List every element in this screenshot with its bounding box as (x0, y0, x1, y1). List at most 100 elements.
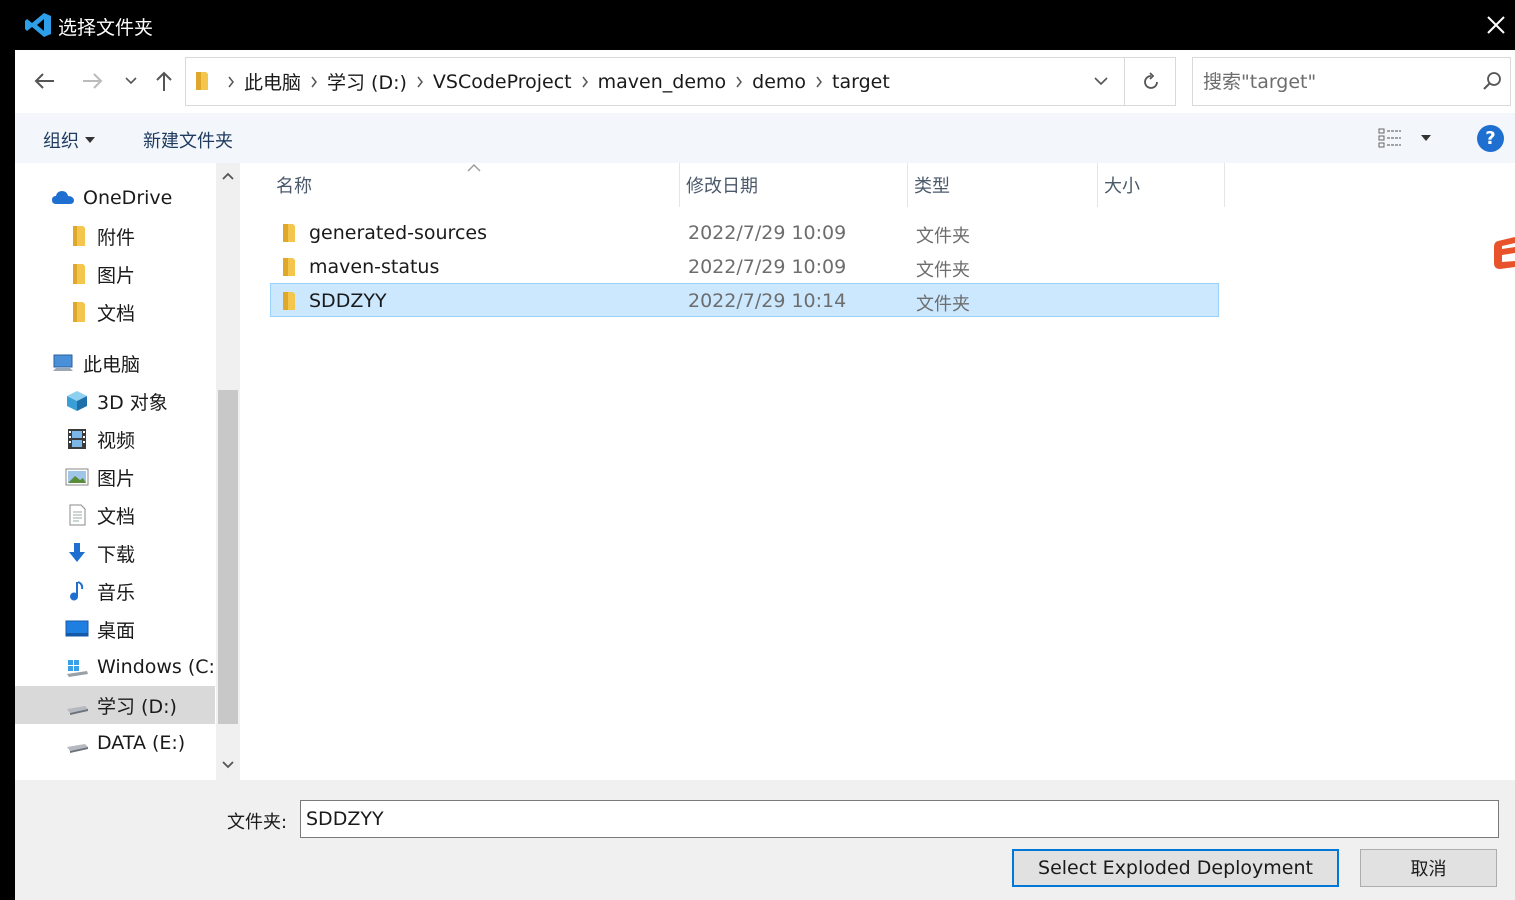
cloud-icon (51, 187, 75, 209)
arrow-left-icon (34, 73, 54, 89)
nav-item[interactable]: OneDrive (15, 179, 215, 217)
nav-item[interactable]: 3D 对象 (15, 382, 215, 420)
folder-icon (65, 225, 89, 247)
nav-item[interactable]: Windows (C:) (15, 648, 222, 686)
nav-item[interactable]: 附件 (15, 217, 215, 255)
window-title: 选择文件夹 (58, 17, 154, 39)
caret-down-icon (85, 137, 95, 143)
breadcrumb-item[interactable]: 此电脑 (244, 68, 301, 95)
breadcrumb-item[interactable]: target (832, 71, 890, 93)
file-name: generated-sources (309, 222, 487, 244)
nav-item-label: DATA (E:) (97, 732, 186, 754)
nav-item[interactable]: 文档 (15, 293, 215, 331)
nav-scrollbar[interactable] (216, 163, 240, 780)
column-header-type[interactable]: 类型 (908, 163, 1098, 207)
nav-item[interactable]: 桌面 (15, 610, 215, 648)
nav-item-label: 视频 (97, 429, 136, 452)
nav-item[interactable]: 图片 (15, 255, 215, 293)
download-icon (65, 542, 89, 564)
column-header-size[interactable]: 大小 (1098, 163, 1225, 207)
nav-item[interactable]: 此电脑 (15, 344, 215, 382)
command-bar: 组织 新建文件夹 ? (15, 113, 1515, 163)
nav-item[interactable]: 下载 (15, 534, 215, 572)
scroll-up-button[interactable] (216, 165, 240, 187)
organize-label: 组织 (43, 131, 79, 152)
nav-item-label: OneDrive (83, 187, 173, 209)
drive-icon (65, 732, 89, 754)
nav-item[interactable]: 文档 (15, 496, 215, 534)
logo-icon (1494, 237, 1515, 269)
nav-item-label: 附件 (97, 226, 136, 249)
address-bar[interactable]: 此电脑 学习 (D:) VSCodeProject maven_demo dem… (185, 57, 1176, 106)
column-header-name[interactable]: 名称 (270, 163, 680, 207)
scroll-thumb[interactable] (218, 390, 238, 724)
view-options-button[interactable] (1377, 125, 1437, 151)
folder-icon (196, 72, 208, 90)
music-icon (65, 580, 89, 602)
chevron-right-icon (407, 58, 433, 105)
cancel-button[interactable]: 取消 (1360, 849, 1497, 887)
nav-item[interactable]: 音乐 (15, 572, 215, 610)
chevron-down-icon (222, 761, 234, 769)
nav-item-label: Windows (C:) (97, 656, 223, 678)
help-icon[interactable]: ? (1477, 125, 1504, 152)
file-type: 文件夹 (916, 260, 970, 281)
file-date: 2022/7/29 10:09 (688, 256, 847, 278)
search-box[interactable] (1192, 57, 1511, 106)
pictures-icon (65, 466, 89, 488)
breadcrumb-item[interactable]: 学习 (D:) (327, 68, 407, 95)
search-input[interactable] (1203, 58, 1473, 105)
nav-item-label: 学习 (D:) (97, 695, 177, 718)
desktop-icon (65, 618, 89, 640)
scroll-down-button[interactable] (216, 754, 240, 776)
chevron-right-icon (218, 58, 244, 105)
folder-name-input[interactable] (300, 800, 1499, 838)
nav-item[interactable]: 学习 (D:) (15, 686, 215, 724)
close-icon[interactable] (1481, 10, 1511, 40)
folder-dialog: 此电脑 学习 (D:) VSCodeProject maven_demo dem… (15, 50, 1515, 900)
column-header-date[interactable]: 修改日期 (680, 163, 908, 207)
drive-icon (65, 694, 89, 716)
refresh-button[interactable] (1124, 58, 1176, 105)
file-row[interactable]: SDDZYY 2022/7/29 10:14 文件夹 (270, 283, 1219, 317)
chevron-down-icon (1094, 77, 1108, 86)
file-name: SDDZYY (309, 290, 387, 312)
windows-drive-icon (65, 656, 89, 678)
navigation-pane: OneDrive 附件 图片 文档 此电脑 3D 对象 视频 图片 文档 下载 音乐 桌面 Window… (15, 163, 240, 780)
breadcrumb-item[interactable]: demo (752, 71, 806, 93)
nav-item[interactable]: DATA (E:) (15, 724, 215, 762)
organize-menu[interactable]: 组织 (43, 127, 95, 153)
new-folder-button[interactable]: 新建文件夹 (143, 127, 233, 153)
chevron-down-icon (125, 77, 137, 85)
chevron-right-icon (806, 58, 832, 105)
select-exploded-deployment-button[interactable]: Select Exploded Deployment (1012, 849, 1339, 887)
file-row[interactable]: maven-status 2022/7/29 10:09 文件夹 (270, 249, 1219, 283)
up-button[interactable] (147, 64, 181, 98)
breadcrumb-item[interactable]: VSCodeProject (433, 71, 572, 93)
arrow-up-icon (156, 71, 172, 91)
breadcrumb: 此电脑 学习 (D:) VSCodeProject maven_demo dem… (218, 58, 890, 105)
nav-item[interactable]: 视频 (15, 420, 215, 458)
documents-icon (65, 504, 89, 526)
address-dropdown-button[interactable] (1081, 58, 1121, 105)
vscode-icon (25, 13, 51, 37)
video-icon (65, 428, 89, 450)
folder-label: 文件夹: (227, 812, 288, 833)
forward-button[interactable] (76, 64, 110, 98)
recent-locations-button[interactable] (115, 64, 147, 98)
file-date: 2022/7/29 10:09 (688, 222, 847, 244)
file-row[interactable]: generated-sources 2022/7/29 10:09 文件夹 (270, 215, 1219, 249)
back-button[interactable] (27, 64, 61, 98)
nav-item-label: 文档 (97, 302, 136, 325)
caret-down-icon (1421, 135, 1431, 141)
details-view-icon (1378, 128, 1401, 148)
breadcrumb-item[interactable]: maven_demo (598, 71, 727, 93)
nav-item-label: 图片 (97, 467, 136, 490)
nav-item[interactable]: 图片 (15, 458, 215, 496)
dialog-footer: 文件夹: Select Exploded Deployment 取消 (15, 780, 1515, 900)
3d-objects-icon (65, 390, 89, 412)
nav-item-label: 下载 (97, 543, 136, 566)
new-folder-label: 新建文件夹 (143, 131, 233, 152)
refresh-icon (1143, 71, 1158, 89)
search-icon[interactable] (1482, 71, 1502, 91)
